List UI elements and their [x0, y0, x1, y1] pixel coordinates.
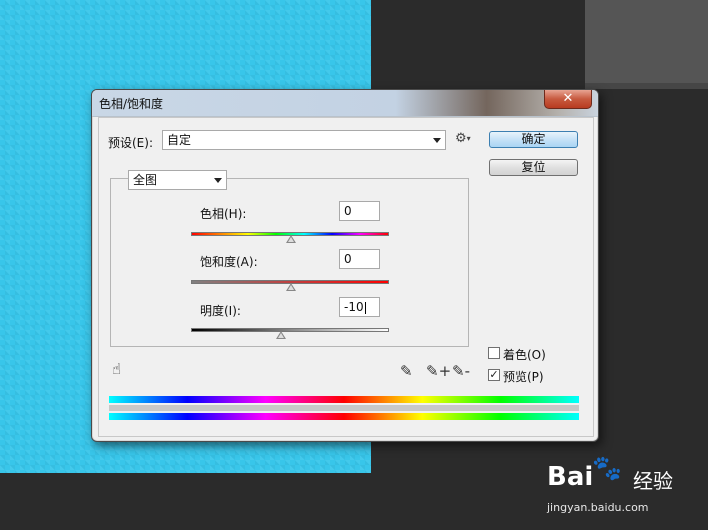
lightness-label: 明度(I):: [200, 304, 241, 318]
color-range-bar[interactable]: [109, 405, 579, 411]
chevron-down-icon: [433, 138, 441, 143]
dialog-titlebar[interactable]: 色相/饱和度 ✕: [92, 90, 598, 117]
watermark-jingyan-text: 经验: [633, 469, 673, 493]
baidu-jingyan-watermark: Bai 🐾 经验 jingyan.baidu.com: [547, 454, 707, 530]
panel-divider: [585, 83, 708, 89]
preset-label: 预设(E):: [108, 136, 153, 150]
colorize-label[interactable]: 着色(O): [503, 346, 546, 363]
chevron-down-icon: [214, 178, 222, 183]
colorize-checkbox[interactable]: [488, 347, 500, 359]
channel-value: 全图: [133, 173, 158, 187]
preview-checkbox[interactable]: ✓: [488, 369, 500, 381]
eyedropper-minus-icon[interactable]: ✎-: [452, 363, 470, 379]
dialog-title: 色相/饱和度: [99, 97, 164, 111]
saturation-label: 饱和度(A):: [200, 255, 258, 269]
panel-area: [585, 0, 708, 84]
color-spectrum-bar-bottom: [109, 413, 579, 420]
adjustment-group: [110, 178, 469, 347]
lightness-value: -10: [344, 300, 364, 314]
eyedropper-plus-icon[interactable]: ✎+: [426, 363, 451, 379]
hue-label: 色相(H):: [200, 207, 247, 221]
hue-slider-thumb[interactable]: [286, 235, 296, 243]
lightness-input[interactable]: -10: [339, 297, 380, 317]
ok-button[interactable]: 确定: [489, 131, 578, 148]
lightness-slider-thumb[interactable]: [276, 331, 286, 339]
reset-button[interactable]: 复位: [489, 159, 578, 176]
text-caret: [364, 301, 366, 314]
saturation-slider-thumb[interactable]: [286, 283, 296, 291]
checkmark-icon: ✓: [489, 368, 499, 381]
saturation-input[interactable]: 0: [339, 249, 380, 269]
settings-gear-icon[interactable]: ⚙▾: [455, 131, 471, 146]
preview-label[interactable]: 预览(P): [503, 368, 544, 385]
lightness-slider-track[interactable]: [191, 328, 389, 332]
color-spectrum-bar-top: [109, 396, 579, 403]
watermark-url: jingyan.baidu.com: [547, 501, 649, 514]
preset-select[interactable]: 自定: [162, 130, 446, 150]
saturation-value: 0: [344, 252, 352, 266]
eyedropper-icon[interactable]: ✎: [400, 363, 413, 379]
preset-value: 自定: [167, 133, 192, 147]
channel-select[interactable]: 全图: [128, 170, 227, 190]
hue-value: 0: [344, 204, 352, 218]
hue-input[interactable]: 0: [339, 201, 380, 221]
hand-adjust-icon[interactable]: ☝: [112, 361, 121, 377]
close-button[interactable]: ✕: [544, 90, 592, 109]
watermark-logo-text: Bai: [547, 462, 594, 492]
paw-icon: 🐾: [592, 454, 622, 482]
